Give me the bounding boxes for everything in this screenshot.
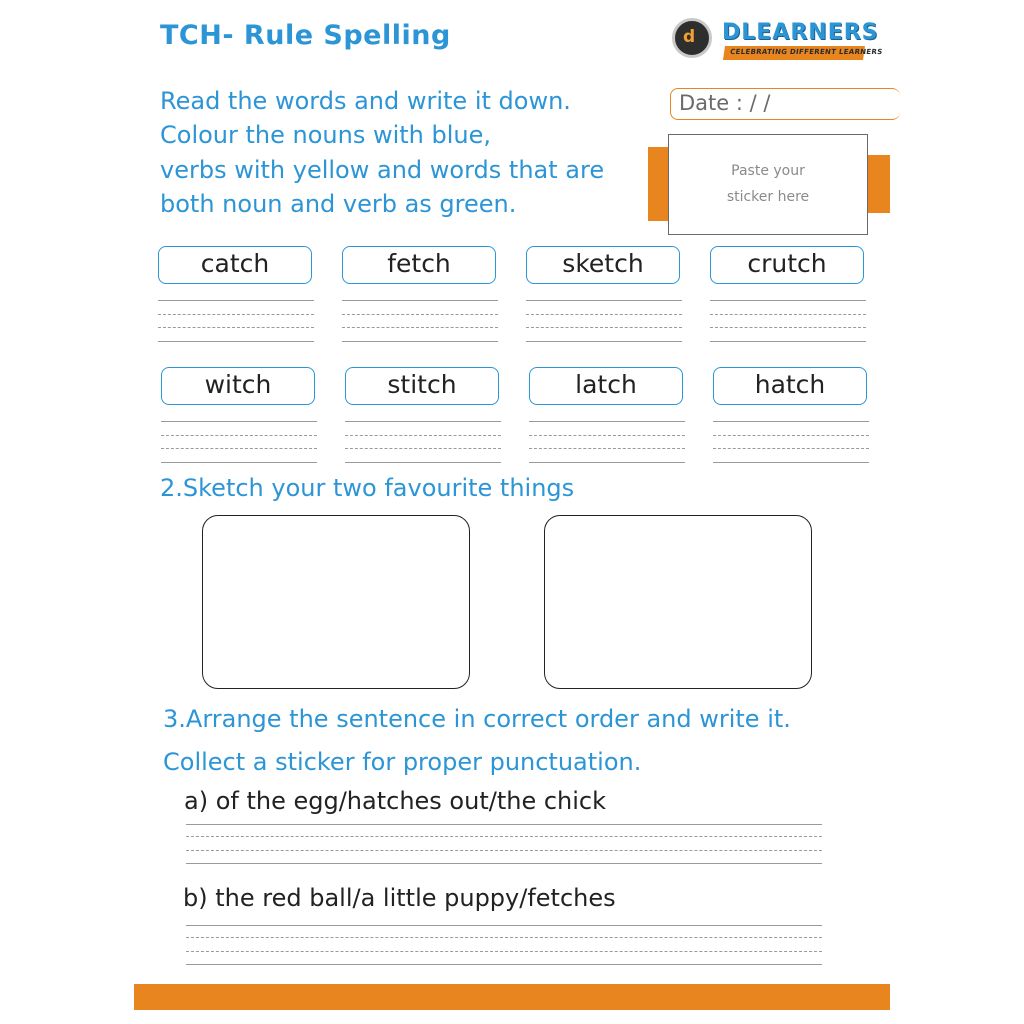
date-label: Date : / / <box>679 91 771 115</box>
sticker-text-1: Paste your <box>731 163 805 179</box>
sketch-box-1[interactable] <box>202 515 470 689</box>
word-box-fetch: fetch <box>342 246 496 284</box>
instruction-line-1: Read the words and write it down. <box>160 87 571 115</box>
instruction-line-4: both noun and verb as green. <box>160 190 517 218</box>
question-b: b) the red ball/a little puppy/fetches <box>183 884 616 912</box>
date-field[interactable]: Date : / / <box>670 88 900 120</box>
word-box-catch: catch <box>158 246 312 284</box>
word-box-witch: witch <box>161 367 315 405</box>
footer-bar <box>134 984 890 1010</box>
page-title: TCH- Rule Spelling <box>160 20 451 51</box>
word-box-sketch: sketch <box>526 246 680 284</box>
instruction-line-2: Colour the nouns with blue, <box>160 121 492 149</box>
dlearners-logo: d DLEARNERS CELEBRATING DIFFERENT LEARNE… <box>672 16 883 66</box>
logo-tagline-band: CELEBRATING DIFFERENT LEARNERS <box>723 46 883 60</box>
logo-text: DLEARNERS <box>722 20 879 45</box>
word-box-hatch: hatch <box>713 367 867 405</box>
sketch-box-2[interactable] <box>544 515 812 689</box>
sticker-text-2: sticker here <box>726 189 810 205</box>
instruction-line-3: verbs with yellow and words that are <box>160 156 605 184</box>
word-box-stitch: stitch <box>345 367 499 405</box>
word-box-crutch: crutch <box>710 246 864 284</box>
question-a: a) of the egg/hatches out/the chick <box>184 787 607 815</box>
logo-tagline: CELEBRATING DIFFERENT LEARNERS <box>729 48 884 56</box>
logo-mark-icon: d <box>672 18 712 58</box>
section-3-title: 3.Arrange the sentence in correct order … <box>163 705 791 733</box>
section-3-subtitle: Collect a sticker for proper punctuation… <box>163 748 642 776</box>
section-2-title: 2.Sketch your two favourite things <box>160 474 575 502</box>
sticker-box[interactable]: Paste your sticker here <box>668 134 868 235</box>
word-box-latch: latch <box>529 367 683 405</box>
